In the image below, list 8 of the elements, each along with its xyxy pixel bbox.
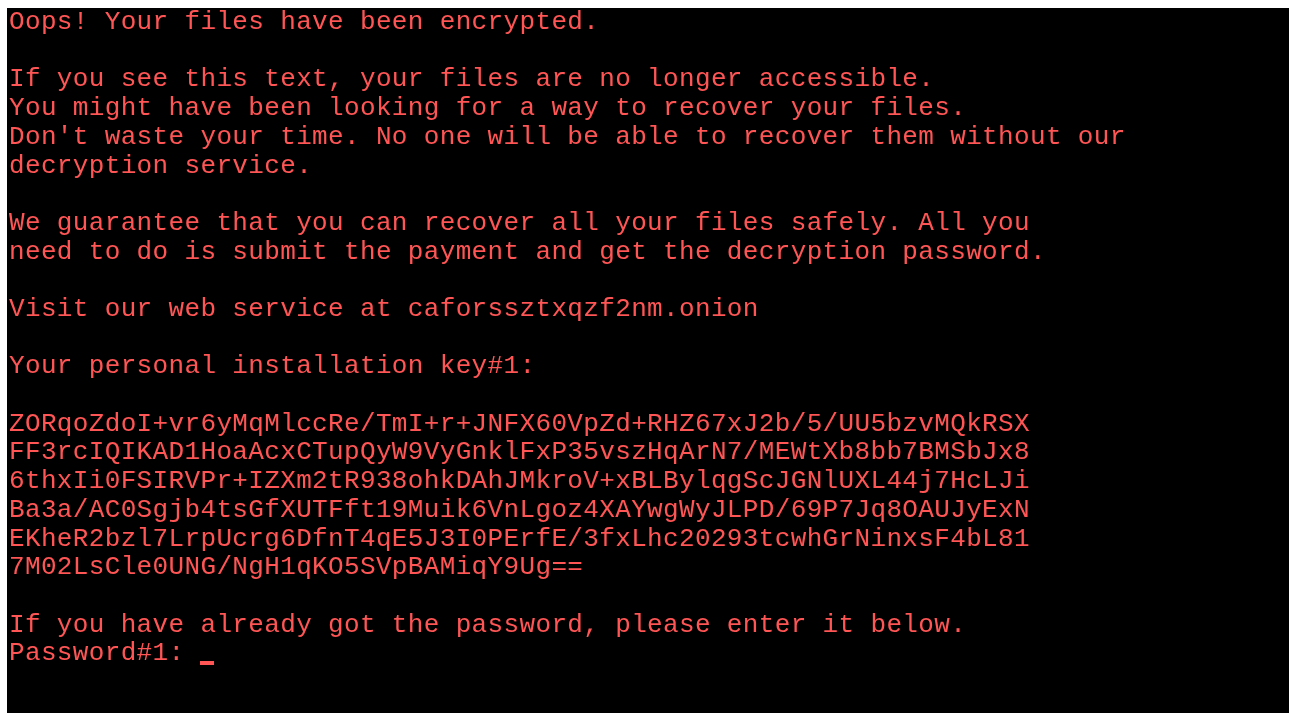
password-label: Password#1: (9, 639, 185, 669)
console-text: Oops! Your files have been encrypted. (9, 8, 600, 37)
console-text: If you have already got the password, please enter it below. (9, 610, 967, 640)
console-text: Your personal installation key#1: (9, 352, 536, 382)
console-text: If you see this text, your files are no longer accessible. You might have been looking for a way to recover your files. Don't waste your time. No one will be able to recover them without our decryption service. (9, 65, 1126, 181)
console-text: Visit our web service at caforssztxqzf2nm.onion (9, 295, 759, 324)
console-text: ZORqoZdoI+vr6yMqMlccRe/TmI+r+JNFX60VpZd+RHZ67xJ2b/5/UU5bzvMQkRSX FF3rcIQIKAD1HoaAcxCTupQyW9VyGnklFxP35vszHqArN7/MEWtXb8bb7BMSbJx8 6thxIi0FSIRVPr+IZXm2tR938ohkDAhJMkroV+xBLBylqgScJGNlUXL44j7HcLJi Ba3a/AC0Sgjb4tsGfXUTFft19Muik6VnLgoz4XAYwgWyJLPD/69P7Jq8OAUJyExN EKheR2bzl7LrpUcrg6DfnT4qE5J3I0PErfE/3fxLhc20293tcwhGrNinxsF4bL81 7M02LsCle0UNG/NgH1qKO5SVpBAMiqY9Ug== (9, 409, 1030, 582)
console-text: We guarantee that you can recover all your files safely. All you need to do is submit the payment and get the decryption password. (9, 208, 1046, 267)
